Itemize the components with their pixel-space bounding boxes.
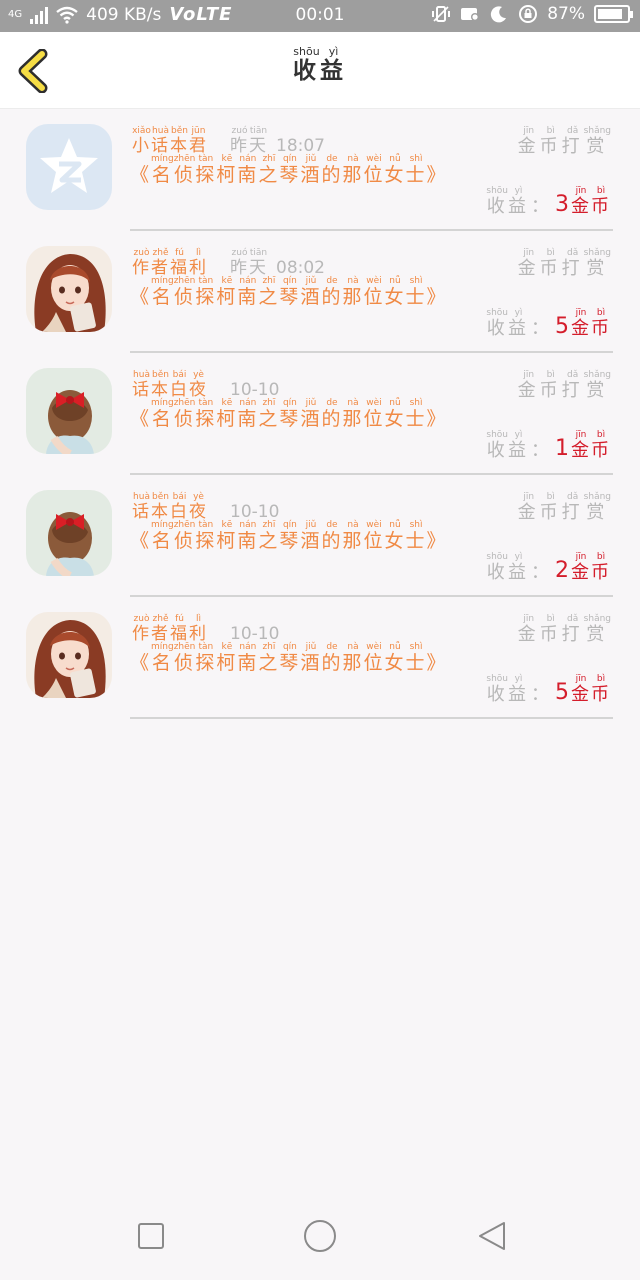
list-item[interactable]: 作zuò者zhě福fú利lì 10-10 《名míng侦zhēn探tàn柯kē南… bbox=[0, 602, 640, 724]
timestamp: 昨zuó天tiān 18:07 bbox=[230, 126, 325, 156]
earnings: 收shōu益yì ： 1 金jīn币bì bbox=[486, 430, 611, 462]
list-item[interactable]: 话huà本běn白bái夜yè 10-10 《名míng侦zhēn探tàn柯kē… bbox=[0, 480, 640, 602]
earnings-label: 收shōu益yì bbox=[486, 186, 529, 217]
time-value: 10-10 bbox=[230, 624, 280, 644]
system-nav-bar bbox=[0, 1200, 640, 1280]
list-item-content: 小xiǎo话huà本běn君jūn 昨zuó天tiān 18:07 《名míng侦… bbox=[130, 118, 613, 231]
recent-apps-button[interactable] bbox=[133, 1218, 169, 1254]
earnings-colon: ： bbox=[531, 684, 549, 705]
author-name[interactable]: 话huà本běn白bái夜yè bbox=[132, 370, 208, 400]
earnings-amount: 5 bbox=[555, 314, 569, 339]
time-relative-word: 昨zuó天tiān bbox=[230, 248, 268, 278]
list-item-content: 话huà本běn白bái夜yè 10-10 《名míng侦zhēn探tàn柯kē… bbox=[130, 362, 613, 475]
earnings-amount: 3 bbox=[555, 192, 569, 217]
earnings-label: 收shōu益yì bbox=[486, 308, 529, 339]
list-item-content: 作zuò者zhě福fú利lì 昨zuó天tiān 08:02 《名míng侦zhē… bbox=[130, 240, 613, 353]
timestamp: 10-10 bbox=[230, 502, 279, 522]
time-value: 18:07 bbox=[276, 136, 325, 156]
author-name[interactable]: 作zuò者zhě福fú利lì bbox=[132, 248, 208, 278]
earnings-amount: 2 bbox=[555, 558, 569, 583]
timestamp: 昨zuó天tiān 08:02 bbox=[230, 248, 325, 278]
battery-icon bbox=[594, 5, 633, 23]
list-item[interactable]: 小xiǎo话huà本běn君jūn 昨zuó天tiān 18:07 《名míng侦… bbox=[0, 114, 640, 236]
time-value: 10-10 bbox=[230, 502, 280, 522]
coin-unit: 金jīn币bì bbox=[571, 674, 611, 705]
time-value: 08:02 bbox=[276, 258, 325, 278]
work-title[interactable]: 《名míng侦zhēn探tàn柯kē南nán之zhī琴qín酒jiǔ的de那nà… bbox=[130, 398, 460, 434]
back-nav-button[interactable] bbox=[474, 1218, 510, 1254]
rotation-lock-icon bbox=[518, 4, 538, 24]
earnings-colon: ： bbox=[531, 440, 549, 461]
list-item-content: 话huà本běn白bái夜yè 10-10 《名míng侦zhēn探tàn柯kē… bbox=[130, 484, 613, 597]
coin-unit: 金jīn币bì bbox=[571, 552, 611, 583]
coin-tip-label: 金jīn币bì打dǎ赏shǎng bbox=[517, 492, 611, 523]
earnings: 收shōu益yì ： 2 金jīn币bì bbox=[486, 552, 611, 584]
avatar[interactable] bbox=[26, 490, 112, 576]
author-name[interactable]: 话huà本běn白bái夜yè bbox=[132, 492, 208, 522]
coin-unit: 金jīn币bì bbox=[571, 430, 611, 461]
work-title[interactable]: 《名míng侦zhēn探tàn柯kē南nán之zhī琴qín酒jiǔ的de那nà… bbox=[130, 520, 460, 556]
earnings-label: 收shōu益yì bbox=[486, 674, 529, 705]
coin-tip-label: 金jīn币bì打dǎ赏shǎng bbox=[517, 248, 611, 279]
coin-tip-label: 金jīn币bì打dǎ赏shǎng bbox=[517, 126, 611, 157]
list-item[interactable]: 作zuò者zhě福fú利lì 昨zuó天tiān 08:02 《名míng侦zhē… bbox=[0, 236, 640, 358]
timestamp: 10-10 bbox=[230, 380, 279, 400]
list-item[interactable]: 话huà本běn白bái夜yè 10-10 《名míng侦zhēn探tàn柯kē… bbox=[0, 358, 640, 480]
status-bar: 4G 409 KB/s VoLTE 00:01 87% bbox=[0, 0, 640, 32]
earnings: 收shōu益yì ： 3 金jīn币bì bbox=[486, 186, 611, 218]
moon-icon bbox=[489, 4, 509, 24]
avatar[interactable] bbox=[26, 124, 112, 210]
work-title[interactable]: 《名míng侦zhēn探tàn柯kē南nán之zhī琴qín酒jiǔ的de那nà… bbox=[130, 276, 460, 312]
vibrate-icon bbox=[431, 4, 451, 24]
app-header: 收shōu 益yì bbox=[0, 32, 640, 109]
earnings-amount: 5 bbox=[555, 680, 569, 705]
earnings-colon: ： bbox=[531, 318, 549, 339]
time-relative-word: 昨zuó天tiān bbox=[230, 126, 268, 156]
avatar[interactable] bbox=[26, 612, 112, 698]
work-title[interactable]: 《名míng侦zhēn探tàn柯kē南nán之zhī琴qín酒jiǔ的de那nà… bbox=[130, 154, 460, 190]
time-value: 10-10 bbox=[230, 380, 280, 400]
work-title[interactable]: 《名míng侦zhēn探tàn柯kē南nán之zhī琴qín酒jiǔ的de那nà… bbox=[130, 642, 460, 678]
earnings-amount: 1 bbox=[555, 436, 569, 461]
notification-icon bbox=[460, 4, 480, 24]
home-button[interactable] bbox=[300, 1216, 340, 1256]
coin-tip-label: 金jīn币bì打dǎ赏shǎng bbox=[517, 614, 611, 645]
earnings-label: 收shōu益yì bbox=[486, 430, 529, 461]
earnings-label: 收shōu益yì bbox=[486, 552, 529, 583]
avatar[interactable] bbox=[26, 368, 112, 454]
earnings-colon: ： bbox=[531, 196, 549, 217]
coin-tip-label: 金jīn币bì打dǎ赏shǎng bbox=[517, 370, 611, 401]
battery-percent: 87% bbox=[547, 4, 585, 24]
author-name[interactable]: 作zuò者zhě福fú利lì bbox=[132, 614, 208, 644]
coin-unit: 金jīn币bì bbox=[571, 308, 611, 339]
page-title: 收shōu 益yì bbox=[293, 45, 347, 84]
avatar[interactable] bbox=[26, 246, 112, 332]
earnings-colon: ： bbox=[531, 562, 549, 583]
earnings: 收shōu益yì ： 5 金jīn币bì bbox=[486, 308, 611, 340]
author-name[interactable]: 小xiǎo话huà本běn君jūn bbox=[132, 126, 208, 156]
timestamp: 10-10 bbox=[230, 624, 279, 644]
coin-unit: 金jīn币bì bbox=[571, 186, 611, 217]
list-item-content: 作zuò者zhě福fú利lì 10-10 《名míng侦zhēn探tàn柯kē南… bbox=[130, 606, 613, 719]
earnings: 收shōu益yì ： 5 金jīn币bì bbox=[486, 674, 611, 706]
